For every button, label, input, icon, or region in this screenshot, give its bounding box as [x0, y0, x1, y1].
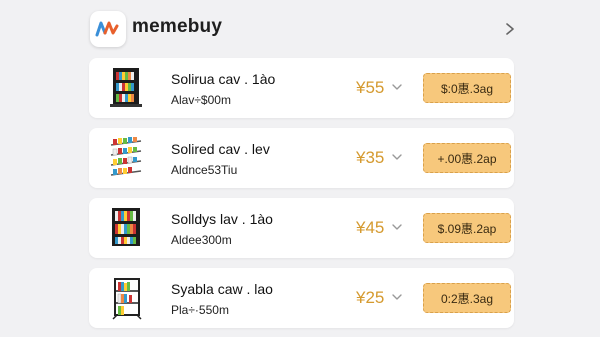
product-subtitle: Alav÷$00m	[171, 93, 231, 107]
product-name: Syabla caw . lao	[171, 281, 273, 297]
product-card[interactable]: Syabla caw . lao Pla÷·550m ¥25 0:2惠.3ag	[89, 268, 514, 328]
bookshelf-icon	[112, 208, 140, 246]
product-price: ¥55	[356, 78, 385, 97]
product-price: ¥25	[356, 288, 385, 307]
product-subtitle: Aldnce53Tiu	[171, 163, 238, 177]
product-price: ¥35	[356, 148, 385, 167]
product-card[interactable]: Solldys lav . 1ào Aldee300m ¥45 $.09惠.2a…	[89, 198, 514, 258]
chevron-down-icon[interactable]	[391, 223, 403, 231]
product-subtitle: Pla÷·550m	[171, 303, 229, 317]
shelving-rack-icon	[110, 137, 142, 176]
product-price: ¥45	[356, 218, 385, 237]
app-name: memebuy	[132, 16, 223, 37]
chevron-down-icon[interactable]	[391, 293, 403, 301]
product-card[interactable]: Solirua cav . 1ào Alav÷$00m ¥55 $:0惠.3ag	[89, 58, 514, 118]
product-card[interactable]: Solired cav . lev Aldnce53Tiu ¥35 +.00惠.…	[89, 128, 514, 188]
product-name: Solldys lav . 1ào	[171, 211, 273, 227]
app-header: memebuy	[0, 0, 600, 56]
bookcase-icon	[112, 278, 142, 320]
coupon-button[interactable]: $.09惠.2ap	[423, 213, 511, 243]
bookshelf-icon	[110, 68, 142, 107]
chevron-right-icon[interactable]	[504, 22, 516, 36]
chevron-down-icon[interactable]	[391, 83, 403, 91]
product-name: Solired cav . lev	[171, 141, 270, 157]
chevron-down-icon[interactable]	[391, 153, 403, 161]
product-subtitle: Aldee300m	[171, 233, 232, 247]
product-name: Solirua cav . 1ào	[171, 71, 276, 87]
memebuy-logo-icon[interactable]	[90, 11, 126, 47]
coupon-button[interactable]: $:0惠.3ag	[423, 73, 511, 103]
coupon-button[interactable]: 0:2惠.3ag	[423, 283, 511, 313]
coupon-button[interactable]: +.00惠.2ap	[423, 143, 511, 173]
